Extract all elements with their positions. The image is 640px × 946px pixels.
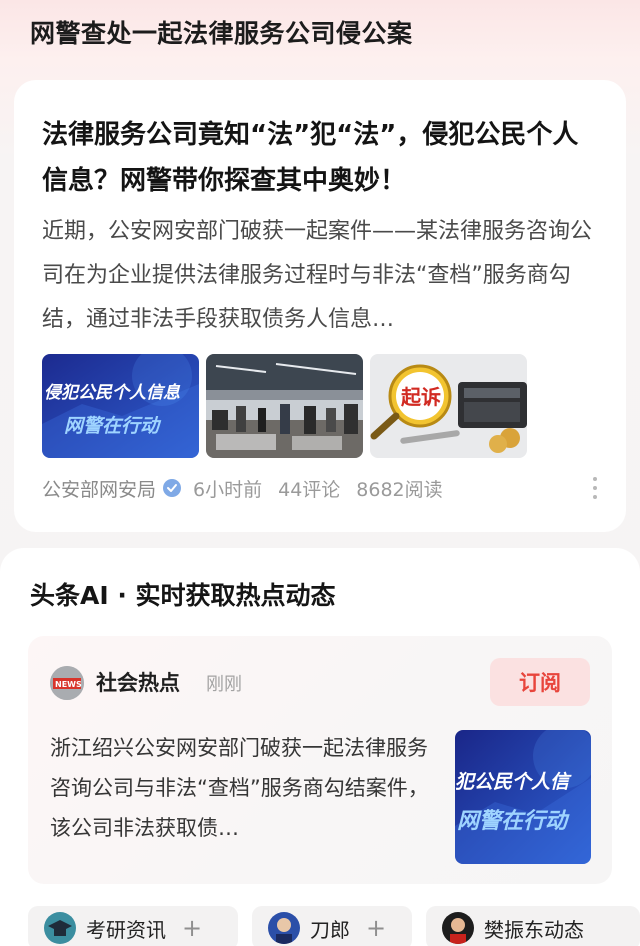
- article-meta: 公安部网安局 6小时前 44评论 8682阅读: [42, 474, 443, 502]
- article-thumbnails[interactable]: 侵犯公民个人信息 网警在行动 起诉: [42, 354, 602, 458]
- article-comments[interactable]: 44评论: [278, 475, 340, 502]
- hot-news-thumbnail[interactable]: 犯公民个人信 网警在行动: [455, 730, 591, 864]
- add-chip-icon[interactable]: +: [366, 914, 386, 942]
- more-options-icon[interactable]: [592, 477, 598, 499]
- chip-daolang[interactable]: 刀郎 +: [252, 906, 412, 946]
- hot-news-card[interactable]: NEWS 社会热点 刚刚 订阅 浙江绍兴公安网安部门破获一起法律服务咨询公司与非…: [28, 636, 612, 884]
- athlete-avatar-icon: [442, 912, 474, 944]
- chip-kaoyan[interactable]: 考研资讯 +: [28, 906, 238, 946]
- singer-avatar-icon: [268, 912, 300, 944]
- ai-hot-panel: 头条AI · 实时获取热点动态 NEWS 社会热点 刚刚 订阅 浙江绍兴公安网安…: [0, 548, 640, 946]
- thumbnail-text-bottom: 网警在行动: [64, 415, 162, 437]
- topic-header[interactable]: 网警查处一起法律服务公司侵公案: [30, 14, 413, 50]
- hot-time: 刚刚: [206, 674, 242, 695]
- add-chip-icon[interactable]: +: [182, 914, 202, 942]
- thumbnail-police-banner[interactable]: 侵犯公民个人信息 网警在行动: [42, 354, 199, 458]
- hot-channel-name[interactable]: 社会热点: [96, 667, 180, 697]
- article-card[interactable]: 法律服务公司竟知“法”犯“法”，侵犯公民个人信息？网警带你探查其中奥妙！ 近期，…: [14, 80, 626, 532]
- lawsuit-badge-text: 起诉: [400, 385, 441, 409]
- hot-news-text[interactable]: 浙江绍兴公安网安部门破获一起法律服务咨询公司与非法“查档”服务商勾结案件，该公司…: [50, 728, 440, 848]
- article-excerpt[interactable]: 近期，公安网安部门破获一起案件——某法律服务咨询公司在为企业提供法律服务过程时与…: [42, 210, 602, 342]
- article-time: 6小时前: [193, 478, 263, 501]
- chip-label: 刀郎: [310, 917, 350, 942]
- chip-fanzhendong[interactable]: 樊振东动态: [426, 906, 640, 946]
- chip-label: 考研资讯: [86, 917, 166, 942]
- hot-thumb-text-top: 犯公民个人信: [455, 771, 572, 793]
- hot-thumb-text-bottom: 网警在行动: [457, 808, 570, 834]
- thumbnail-text-top: 侵犯公民个人信息: [44, 383, 181, 403]
- thumbnail-lawsuit[interactable]: 起诉: [370, 354, 527, 458]
- verified-badge-icon: [163, 479, 182, 497]
- news-avatar-icon[interactable]: NEWS: [50, 666, 84, 700]
- ai-section-title: 头条AI · 实时获取热点动态: [30, 581, 336, 610]
- article-title[interactable]: 法律服务公司竟知“法”犯“法”，侵犯公民个人信息？网警带你探查其中奥妙！: [42, 112, 602, 204]
- subscribe-button[interactable]: 订阅: [490, 658, 590, 706]
- topic-chips: 考研资讯 + 刀郎 + 樊振东动态: [28, 906, 640, 946]
- chip-label: 樊振东动态: [484, 917, 584, 942]
- article-reads: 8682阅读: [356, 478, 443, 501]
- article-source[interactable]: 公安部网安局: [42, 475, 156, 502]
- news-avatar-text: NEWS: [55, 680, 82, 689]
- graduation-cap-icon: [44, 912, 76, 944]
- thumbnail-office-photo[interactable]: [206, 354, 363, 458]
